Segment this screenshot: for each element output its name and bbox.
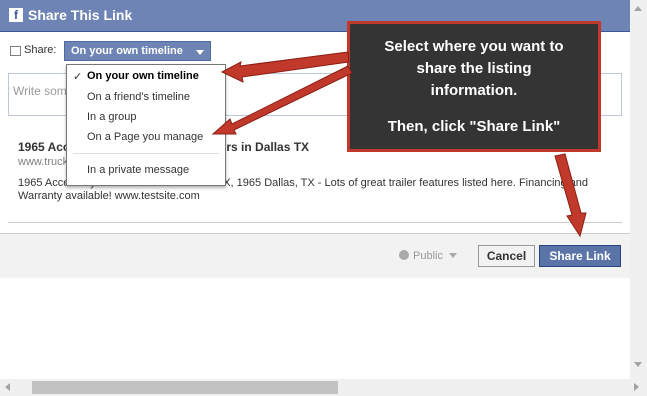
cancel-button[interactable]: Cancel bbox=[478, 245, 535, 267]
check-icon: ✓ bbox=[73, 71, 83, 83]
share-destination-select[interactable]: On your own timeline bbox=[64, 41, 211, 61]
share-destination-menu: ✓ On your own timeline On a friend's tim… bbox=[66, 64, 226, 186]
share-destination-value: On your own timeline bbox=[71, 45, 183, 57]
menu-item-private-message[interactable]: In a private message bbox=[87, 164, 189, 176]
callout-line-4: Then, click "Share Link" bbox=[387, 118, 561, 135]
menu-item-friends-timeline[interactable]: On a friend's timeline bbox=[87, 91, 190, 103]
scrollbar-thumb[interactable] bbox=[32, 381, 338, 394]
privacy-label: Public bbox=[413, 250, 443, 262]
scroll-up-icon[interactable] bbox=[634, 6, 642, 11]
horizontal-scrollbar[interactable] bbox=[0, 379, 647, 396]
scroll-right-icon[interactable] bbox=[634, 383, 639, 391]
instruction-callout: Select where you want to share the listi… bbox=[347, 21, 601, 152]
globe-icon bbox=[399, 250, 409, 260]
share-icon bbox=[10, 46, 21, 56]
scroll-left-icon[interactable] bbox=[5, 383, 10, 391]
callout-line-3: information. bbox=[430, 82, 518, 99]
chevron-down-icon bbox=[448, 253, 457, 258]
share-link-button[interactable]: Share Link bbox=[539, 245, 621, 267]
scroll-down-icon[interactable] bbox=[634, 362, 642, 367]
facebook-logo-icon: f bbox=[9, 8, 23, 22]
menu-item-page[interactable]: On a Page you manage bbox=[87, 131, 203, 143]
callout-line-2: share the listing bbox=[416, 60, 532, 77]
menu-item-own-timeline[interactable]: On your own timeline bbox=[87, 70, 199, 82]
callout-line-1: Select where you want to bbox=[384, 38, 564, 55]
share-label: Share: bbox=[24, 44, 57, 56]
privacy-selector[interactable]: Public bbox=[399, 250, 457, 262]
divider bbox=[8, 222, 622, 223]
menu-separator bbox=[73, 153, 219, 154]
vertical-scrollbar[interactable] bbox=[630, 0, 647, 379]
dialog-footer: Public Cancel Share Link bbox=[0, 233, 630, 278]
dialog-title: Share This Link bbox=[28, 7, 133, 23]
chevron-down-icon bbox=[196, 50, 204, 55]
menu-item-group[interactable]: In a group bbox=[87, 111, 137, 123]
